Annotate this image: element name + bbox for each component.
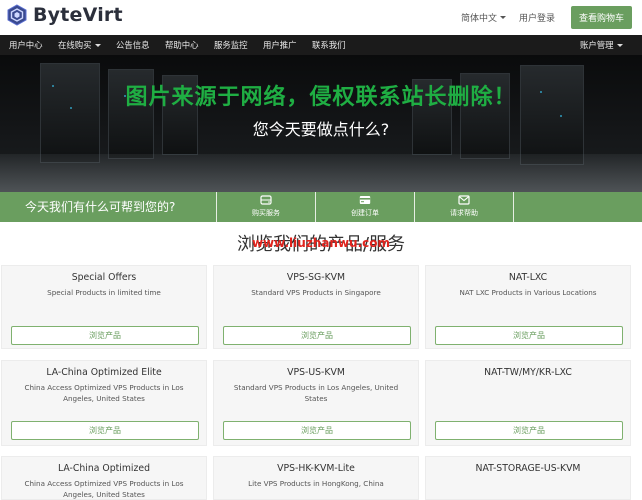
product-description: NAT LXC Products in Various Locations bbox=[459, 288, 597, 297]
product-card-nat-storage-us-kvm: NAT-STORAGE-US-KVM bbox=[425, 456, 631, 500]
help-button-label: 请求帮助 bbox=[450, 209, 478, 217]
chevron-down-icon bbox=[499, 16, 506, 19]
browse-products-button[interactable]: 浏览产品 bbox=[435, 326, 623, 345]
nav-item-user-center[interactable]: 用户中心 bbox=[9, 35, 43, 55]
browse-products-button[interactable]: 浏览产品 bbox=[11, 326, 199, 345]
language-label: 简体中文 bbox=[460, 14, 497, 24]
help-strip: 今天我们有什么可帮到您的? 购买服务 创建订单 请求帮助 bbox=[0, 192, 642, 222]
product-description: Standard VPS Products in Los Angeles, Un… bbox=[233, 383, 399, 403]
chevron-down-icon bbox=[616, 43, 623, 47]
nav-item-help-center[interactable]: 帮助中心 bbox=[165, 35, 199, 55]
help-button-label: 创建订单 bbox=[351, 209, 379, 217]
top-bar: ByteVirt 简体中文 用户登录 查看购物车 bbox=[0, 0, 642, 35]
nav-item-label: 账户管理 bbox=[580, 40, 614, 50]
browse-products-button[interactable]: 浏览产品 bbox=[435, 421, 623, 440]
nav-item-announcements[interactable]: 公告信息 bbox=[116, 35, 150, 55]
help-strip-spacer bbox=[513, 192, 642, 222]
brand-logo[interactable]: ByteVirt bbox=[6, 4, 123, 26]
language-selector[interactable]: 简体中文 bbox=[461, 11, 506, 24]
server-icon bbox=[260, 195, 272, 205]
product-description: China Access Optimized VPS Products in L… bbox=[24, 479, 184, 499]
browse-products-button[interactable]: 浏览产品 bbox=[223, 421, 411, 440]
nav-item-label: 在线购买 bbox=[58, 40, 92, 50]
product-title: VPS-HK-KVM-Lite bbox=[277, 463, 355, 474]
product-title: Special Offers bbox=[71, 272, 137, 283]
product-description: Special Products in limited time bbox=[47, 288, 161, 297]
product-card-vps-hk-kvm-lite: VPS-HK-KVM-Lite Lite VPS Products in Hon… bbox=[213, 456, 419, 500]
product-card-special-offers: Special Offers Special Products in limit… bbox=[1, 265, 207, 349]
browse-products-button[interactable]: 浏览产品 bbox=[11, 421, 199, 440]
buy-service-button[interactable]: 购买服务 bbox=[216, 192, 315, 222]
help-title: 今天我们有什么可帮到您的? bbox=[25, 200, 176, 214]
hexagon-logo-icon bbox=[7, 4, 27, 26]
brand-name: ByteVirt bbox=[33, 4, 123, 26]
envelope-icon bbox=[458, 195, 470, 205]
nav-item-contact-us[interactable]: 联系我们 bbox=[312, 35, 346, 55]
domain-watermark: www.liuzhanwu.com bbox=[251, 236, 391, 250]
product-title: NAT-TW/MY/KR-LXC bbox=[484, 367, 572, 378]
product-title: VPS-SG-KVM bbox=[286, 272, 346, 283]
server-rack-image bbox=[40, 63, 100, 163]
request-help-button[interactable]: 请求帮助 bbox=[414, 192, 513, 222]
product-card-nat-lxc: NAT-LXC NAT LXC Products in Various Loca… bbox=[425, 265, 631, 349]
credit-card-icon bbox=[359, 196, 371, 204]
product-description: Lite VPS Products in HongKong, China bbox=[248, 479, 384, 488]
nav-item-buy-online[interactable]: 在线购买 bbox=[58, 35, 101, 55]
main-nav: 用户中心 在线购买 公告信息 帮助中心 服务监控 用户推广 联系我们 账户管理 bbox=[0, 35, 642, 55]
product-title: VPS-US-KVM bbox=[287, 367, 345, 378]
product-card-vps-us-kvm: VPS-US-KVM Standard VPS Products in Los … bbox=[213, 360, 419, 446]
browse-products-button[interactable]: 浏览产品 bbox=[223, 326, 411, 345]
help-button-label: 购买服务 bbox=[252, 209, 280, 217]
create-order-button[interactable]: 创建订单 bbox=[315, 192, 414, 222]
hero-banner: 图片来源于网络，侵权联系站长删除！ 您今天要做点什么? bbox=[0, 55, 642, 192]
product-title: LA-China Optimized bbox=[57, 463, 150, 474]
nav-item-affiliates[interactable]: 用户推广 bbox=[263, 35, 297, 55]
product-description: China Access Optimized VPS Products in L… bbox=[24, 383, 184, 403]
product-card-la-china-optimized-elite: LA-China Optimized Elite China Access Op… bbox=[1, 360, 207, 446]
hero-watermark: 图片来源于网络，侵权联系站长删除！ bbox=[125, 85, 517, 110]
product-description: Standard VPS Products in Singapore bbox=[251, 288, 381, 297]
hero-title: 您今天要做点什么? bbox=[252, 120, 390, 139]
login-link[interactable]: 用户登录 bbox=[519, 11, 555, 24]
nav-item-service-monitor[interactable]: 服务监控 bbox=[214, 35, 248, 55]
product-title: NAT-STORAGE-US-KVM bbox=[475, 463, 581, 474]
product-title: LA-China Optimized Elite bbox=[46, 367, 162, 378]
product-card-nat-tw-my-kr-lxc: NAT-TW/MY/KR-LXC 浏览产品 bbox=[425, 360, 631, 446]
floor-reflection bbox=[0, 154, 642, 192]
product-card-la-china-optimized: LA-China Optimized China Access Optimize… bbox=[1, 456, 207, 500]
nav-item-account[interactable]: 账户管理 bbox=[580, 35, 623, 55]
view-cart-button[interactable]: 查看购物车 bbox=[570, 6, 632, 29]
chevron-down-icon bbox=[94, 43, 101, 47]
product-title: NAT-LXC bbox=[508, 272, 548, 283]
product-card-vps-sg-kvm: VPS-SG-KVM Standard VPS Products in Sing… bbox=[213, 265, 419, 349]
